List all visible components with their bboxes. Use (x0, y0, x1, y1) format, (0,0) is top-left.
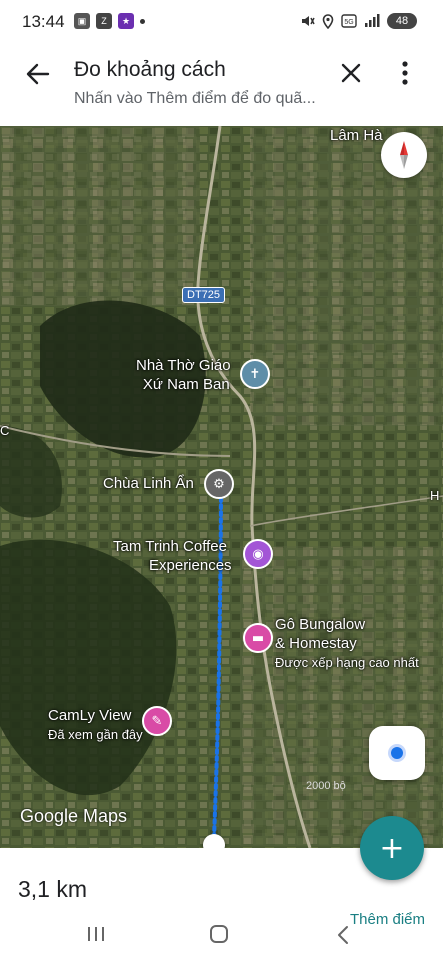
distance-readout: 3,1 km (18, 876, 88, 902)
home-icon[interactable] (210, 925, 228, 943)
bungalow-name-line1: Gô Bungalow (275, 616, 366, 633)
battery-icon: 48 (387, 13, 417, 29)
nav-back-icon[interactable] (336, 925, 350, 945)
add-point-button[interactable]: + (360, 816, 424, 880)
close-icon[interactable] (336, 58, 366, 88)
status-bar: 13:44 ▣ Z ★ 5G 48 (0, 0, 443, 46)
data-icon: 5G (341, 14, 357, 28)
viewpoint-pin-icon[interactable]: ✎ (142, 706, 172, 736)
camera-pin-icon[interactable]: ◉ (243, 539, 273, 569)
my-location-button[interactable] (369, 726, 425, 780)
bungalow-rating-note: Được xếp hạng cao nhất (275, 655, 419, 670)
my-location-icon (391, 747, 403, 759)
game-app-icon: ★ (118, 13, 134, 29)
church-pin-icon[interactable]: ✝ (240, 359, 270, 389)
page-title: Đo khoảng cách (74, 58, 226, 81)
map-scale: 2000 bộ (306, 780, 346, 792)
plus-icon: + (379, 830, 405, 866)
app-bar: Đo khoảng cách Nhấn vào Thêm điểm để đo … (0, 46, 443, 126)
church-name-line2: Xứ Nam Ban (142, 376, 230, 393)
coffee-name-line2: Experiences (149, 557, 232, 574)
location-icon (322, 13, 334, 29)
map-label-camly: CamLy View Đã xem gần đây (48, 706, 143, 744)
google-maps-logo: Google Maps (20, 806, 128, 826)
compass-icon (400, 141, 408, 169)
add-point-label[interactable]: Thêm điểm (350, 911, 425, 928)
coffee-name-line1: Tam Trinh Coffee (113, 538, 227, 555)
camly-name: CamLy View (48, 707, 132, 724)
zalo-icon: Z (96, 13, 112, 29)
bungalow-name-line2: & Homestay (275, 635, 357, 652)
back-arrow-icon[interactable] (22, 58, 54, 90)
svg-text:5G: 5G (344, 19, 353, 26)
pagoda-pin-icon[interactable]: ⚙ (204, 469, 234, 499)
map-label-bungalow: Gô Bungalow & Homestay Được xếp hạng cao… (275, 615, 419, 672)
status-time: 13:44 (22, 12, 65, 31)
compass-button[interactable] (381, 132, 427, 178)
more-options-icon[interactable] (395, 58, 415, 88)
map-label-pagoda: Chùa Linh Ẩn (103, 475, 194, 492)
map-label-edge: H (430, 488, 440, 503)
hotel-pin-icon[interactable]: ▬ (243, 623, 273, 653)
road-badge: DT725 (182, 287, 226, 303)
church-name-line1: Nhà Thờ Giáo (136, 357, 231, 374)
mute-icon (302, 16, 315, 26)
signal-icon (365, 14, 380, 27)
map-label-lam-ha: Lâm Hà (330, 127, 383, 144)
satellite-map[interactable]: Lâm Hà DT725 Nhà Thờ Giáo Xứ Nam Ban ✝ C… (0, 126, 443, 848)
status-right-icons: 5G 48 (301, 13, 417, 29)
map-label-coffee: Tam Trinh Coffee Experiences (113, 537, 232, 575)
map-label-church: Nhà Thờ Giáo Xứ Nam Ban (136, 356, 231, 394)
recent-apps-icon[interactable] (86, 925, 106, 943)
camly-viewed-note: Đã xem gần đây (48, 727, 143, 742)
map-label-edge-left: C (0, 423, 10, 438)
page-subtitle: Nhấn vào Thêm điểm để đo quã... (74, 90, 316, 107)
screen-record-icon: ▣ (74, 13, 90, 29)
status-left-icons: ▣ Z ★ (74, 13, 145, 29)
notification-dot-icon (140, 18, 145, 24)
